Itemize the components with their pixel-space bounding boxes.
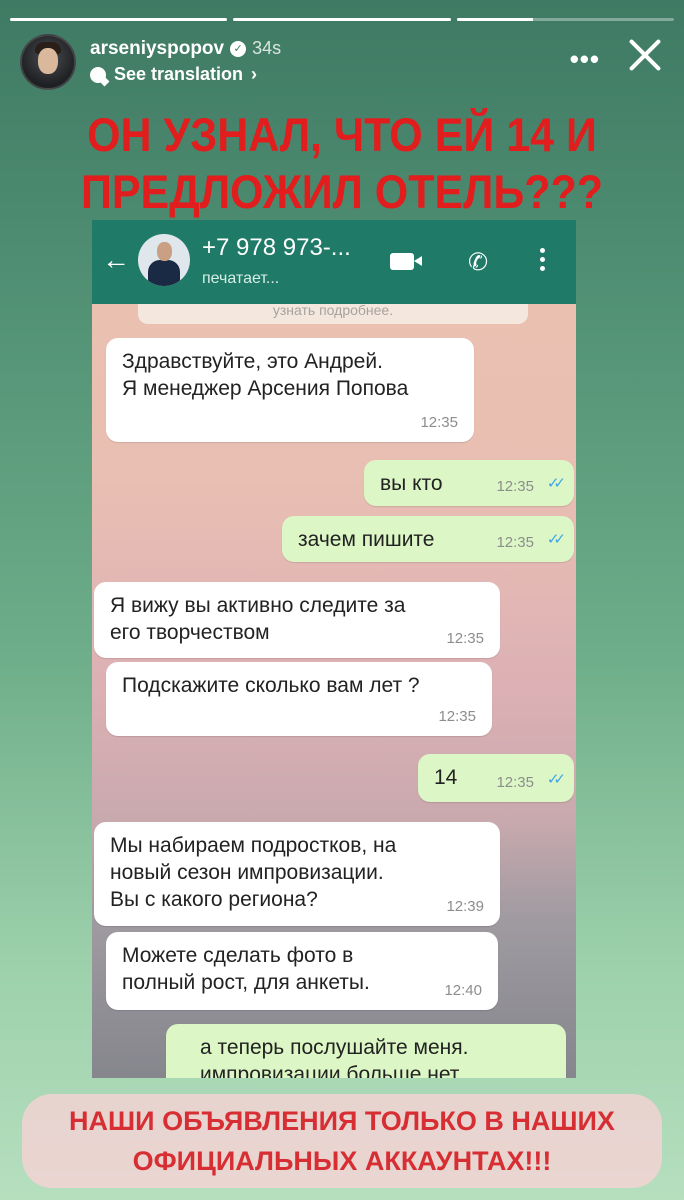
phone-icon: ✆ (468, 249, 489, 276)
story-header: arseniyspopov ✓ 34s See translation › ••• (20, 34, 664, 94)
footer-line-1: НАШИ ОБЪЯВЛЕНИЯ ТОЛЬКО В НАШИХ (69, 1106, 615, 1136)
video-call-icon (390, 253, 414, 270)
contact-status: печатает... (202, 270, 280, 287)
headline-line-1: ОН УЗНАЛ, ЧТО ЕЙ 14 И (87, 109, 597, 162)
see-translation-label: See translation (114, 64, 244, 84)
chat-header: ← +7 978 973-... печатает... ✆ (92, 220, 576, 304)
story-headline: ОН УЗНАЛ, ЧТО ЕЙ 14 И ПРЕДЛОЖИЛ ОТЕЛЬ??? (0, 107, 684, 221)
back-arrow-icon: ← (102, 244, 130, 275)
footer-caption: НАШИ ОБЪЯВЛЕНИЯ ТОЛЬКО В НАШИХ ОФИЦИАЛЬН… (22, 1094, 662, 1188)
footer-line-2: ОФИЦИАЛЬНЫХ АККАУНТАХ!!! (132, 1146, 552, 1176)
clipped-message: узнать подробнее. (138, 302, 528, 324)
chat-screenshot: ← +7 978 973-... печатает... ✆ узнать по… (92, 220, 576, 1078)
close-icon[interactable] (626, 36, 664, 74)
message-bubble: а теперь послушайте меня. импровизации бо… (166, 1024, 566, 1078)
progress-segment-2 (233, 18, 451, 21)
story-progress-bar (10, 18, 674, 21)
progress-segment-3 (456, 18, 674, 21)
chevron-right-icon: › (251, 64, 258, 84)
see-translation-button[interactable]: See translation › (90, 64, 257, 85)
menu-dots-icon (540, 248, 546, 275)
message-bubble: Подскажите сколько вам лет ? 12:35 (106, 662, 492, 736)
progress-segment-1 (10, 18, 228, 21)
contact-avatar (138, 234, 190, 286)
post-time: 34s (252, 38, 282, 58)
more-options-icon[interactable]: ••• (570, 44, 600, 75)
message-bubble: Здравствуйте, это Андрей. Я менеджер Арсе… (106, 338, 474, 442)
read-receipt-icon: ✓✓ (546, 475, 566, 492)
message-bubble: Мы набираем подростков, на новый сезон им… (94, 822, 500, 926)
message-bubble: 14 12:35 ✓✓ (418, 754, 574, 802)
verified-badge-icon: ✓ (230, 40, 247, 57)
contact-name: +7 978 973-... (202, 234, 351, 261)
message-bubble: вы кто 12:35 ✓✓ (364, 460, 574, 506)
translate-icon (90, 66, 106, 83)
read-receipt-icon: ✓✓ (546, 771, 566, 788)
headline-line-2: ПРЕДЛОЖИЛ ОТЕЛЬ??? (80, 166, 604, 219)
message-bubble: Я вижу вы активно следите за его творчест… (94, 582, 500, 658)
username[interactable]: arseniyspopov ✓ 34s (90, 38, 281, 60)
message-bubble: Можете сделать фото в полный рост, для ан… (106, 932, 498, 1010)
username-text[interactable]: arseniyspopov (90, 38, 224, 59)
read-receipt-icon: ✓✓ (546, 531, 566, 548)
message-bubble: зачем пишите 12:35 ✓✓ (282, 516, 574, 562)
profile-avatar[interactable] (20, 34, 76, 90)
